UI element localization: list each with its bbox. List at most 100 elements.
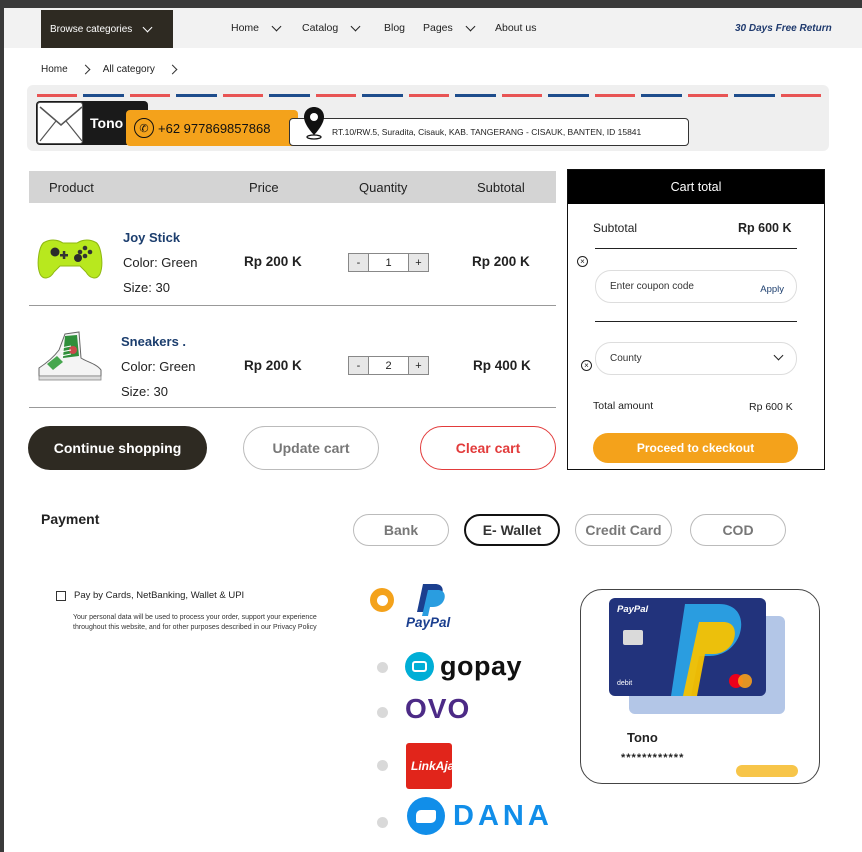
nav-catalog-label: Catalog <box>302 22 339 34</box>
county-select[interactable]: County <box>595 342 797 375</box>
paypal-wordmark: PayPal <box>406 615 451 630</box>
card-accent-bar <box>736 765 798 777</box>
tab-credit-card[interactable]: Credit Card <box>575 514 672 546</box>
chevron-down-icon <box>350 21 361 31</box>
wallet-radio-gopay[interactable] <box>377 662 388 673</box>
coupon-placeholder: Enter coupon code <box>610 281 694 292</box>
subtotal-label: Subtotal <box>593 221 638 235</box>
product-subtotal: Rp 400 K <box>473 358 531 373</box>
ovo-logo: OVO <box>405 693 471 724</box>
stripe-segment <box>501 94 543 97</box>
product-price: Rp 200 K <box>244 358 302 373</box>
chevron-down-icon <box>142 22 153 32</box>
tab-bank[interactable]: Bank <box>353 514 449 546</box>
cart-total-panel: Cart total Subtotal Rp 600 K × Enter cou… <box>567 169 825 470</box>
product-name[interactable]: Joy Stick <box>123 230 180 245</box>
card-chip-icon <box>623 630 643 645</box>
increase-button[interactable]: + <box>409 357 428 374</box>
quantity-value[interactable]: 1 <box>368 254 409 271</box>
checkout-button[interactable]: Proceed to ckeckout <box>593 433 798 463</box>
divider <box>595 248 797 249</box>
wallet-radio-dana[interactable] <box>377 817 388 828</box>
card-brand: PayPal <box>617 604 649 615</box>
payment-title: Payment <box>41 511 100 527</box>
stripe-segment <box>37 94 78 97</box>
continue-shopping-button[interactable]: Continue shopping <box>28 426 207 470</box>
controller-image <box>37 239 103 279</box>
nav-blog[interactable]: Blog <box>384 8 405 48</box>
mastercard-icon <box>738 674 752 688</box>
product-color: Color: Green <box>121 359 196 374</box>
stripe-segment <box>269 94 310 97</box>
remove-coupon-icon[interactable]: × <box>577 256 588 267</box>
tab-e-wallet[interactable]: E- Wallet <box>464 514 560 546</box>
nav-catalog[interactable]: Catalog <box>302 8 361 48</box>
chevron-down-icon <box>465 21 476 31</box>
product-price: Rp 200 K <box>244 254 302 269</box>
chevron-down-icon <box>271 21 282 31</box>
quantity-stepper: - 2 + <box>348 356 429 375</box>
nav-blog-label: Blog <box>384 22 406 34</box>
decrease-button[interactable]: - <box>349 254 368 271</box>
gopay-icon <box>405 652 434 681</box>
privacy-consent-text: Your personal data will be used to proce… <box>73 614 317 631</box>
nav-about[interactable]: About us <box>495 8 536 48</box>
quantity-stepper: - 1 + <box>348 253 429 272</box>
wallet-radio-ovo[interactable] <box>377 707 388 718</box>
app-frame: Browse categories Home Catalog Blog Page… <box>4 8 862 852</box>
divider <box>595 321 797 322</box>
pay-by-cards-option[interactable]: Pay by Cards, NetBanking, Wallet & UPI <box>56 590 244 601</box>
county-label: County <box>610 353 642 364</box>
address-text: RT.10/RW.5, Suradita, Cisauk, KAB. TANGE… <box>332 127 642 137</box>
tab-cod[interactable]: COD <box>690 514 786 546</box>
chevron-right-icon <box>167 64 178 75</box>
stripe-segment <box>641 94 682 97</box>
top-bar: Browse categories Home Catalog Blog Page… <box>4 8 862 48</box>
breadcrumb-home[interactable]: Home <box>41 64 68 75</box>
stripe-segment <box>548 94 589 97</box>
pay-by-cards-checkbox[interactable] <box>56 590 66 601</box>
paypal-logo: PayPal <box>406 582 466 634</box>
clear-county-icon[interactable]: × <box>581 360 592 371</box>
phone-block: ✆ +62 977869857868 <box>126 110 298 146</box>
card-type: debit <box>617 680 633 687</box>
chevron-down-icon <box>773 350 784 361</box>
stripe-segment <box>455 94 496 97</box>
product-size: Size: 30 <box>121 384 168 399</box>
browse-categories-button[interactable]: Browse categories <box>41 10 173 48</box>
wallet-radio-paypal[interactable] <box>370 588 394 612</box>
card-number-masked: ************ <box>621 752 685 764</box>
sneaker-image <box>38 331 102 381</box>
wallet-radio-linkaja[interactable] <box>377 760 388 771</box>
subtotal-value: Rp 600 K <box>738 221 792 235</box>
nav-about-label: About us <box>495 22 537 34</box>
phone-number: +62 977869857868 <box>158 120 271 136</box>
paypal-debit-card: PayPal debit <box>609 598 766 696</box>
nav-pages[interactable]: Pages <box>423 8 476 48</box>
linkaja-logo: LinkAja! <box>406 743 458 789</box>
breadcrumb-all-category[interactable]: All category <box>103 64 155 75</box>
increase-button[interactable]: + <box>409 254 428 271</box>
header-subtotal: Subtotal <box>477 179 525 195</box>
address-block: RT.10/RW.5, Suradita, Cisauk, KAB. TANGE… <box>289 118 689 146</box>
product-color: Color: Green <box>123 255 198 270</box>
chevron-right-icon <box>80 64 91 75</box>
apply-coupon-button[interactable]: Apply <box>760 284 784 295</box>
total-amount-value: Rp 600 K <box>749 401 793 413</box>
recipient-name: Tono <box>90 115 124 131</box>
nav-home[interactable]: Home <box>231 8 282 48</box>
breadcrumb: Home All category <box>41 64 178 75</box>
location-pin-icon <box>304 107 324 140</box>
decrease-button[interactable]: - <box>349 357 368 374</box>
quantity-value[interactable]: 2 <box>368 357 409 374</box>
shipping-address-card: Tono ✆ +62 977869857868 RT.10/RW.5, Sura… <box>27 85 829 151</box>
header-product: Product <box>49 179 94 195</box>
clear-cart-button[interactable]: Clear cart <box>420 426 556 470</box>
dana-logo: DANA <box>407 797 553 835</box>
product-name[interactable]: Sneakers . <box>121 334 186 349</box>
product-subtotal: Rp 200 K <box>472 254 530 269</box>
coupon-input[interactable]: Enter coupon code Apply <box>595 270 797 303</box>
update-cart-button[interactable]: Update cart <box>243 426 379 470</box>
stripe-segment <box>362 94 403 97</box>
total-amount-label: Total amount <box>593 400 654 412</box>
